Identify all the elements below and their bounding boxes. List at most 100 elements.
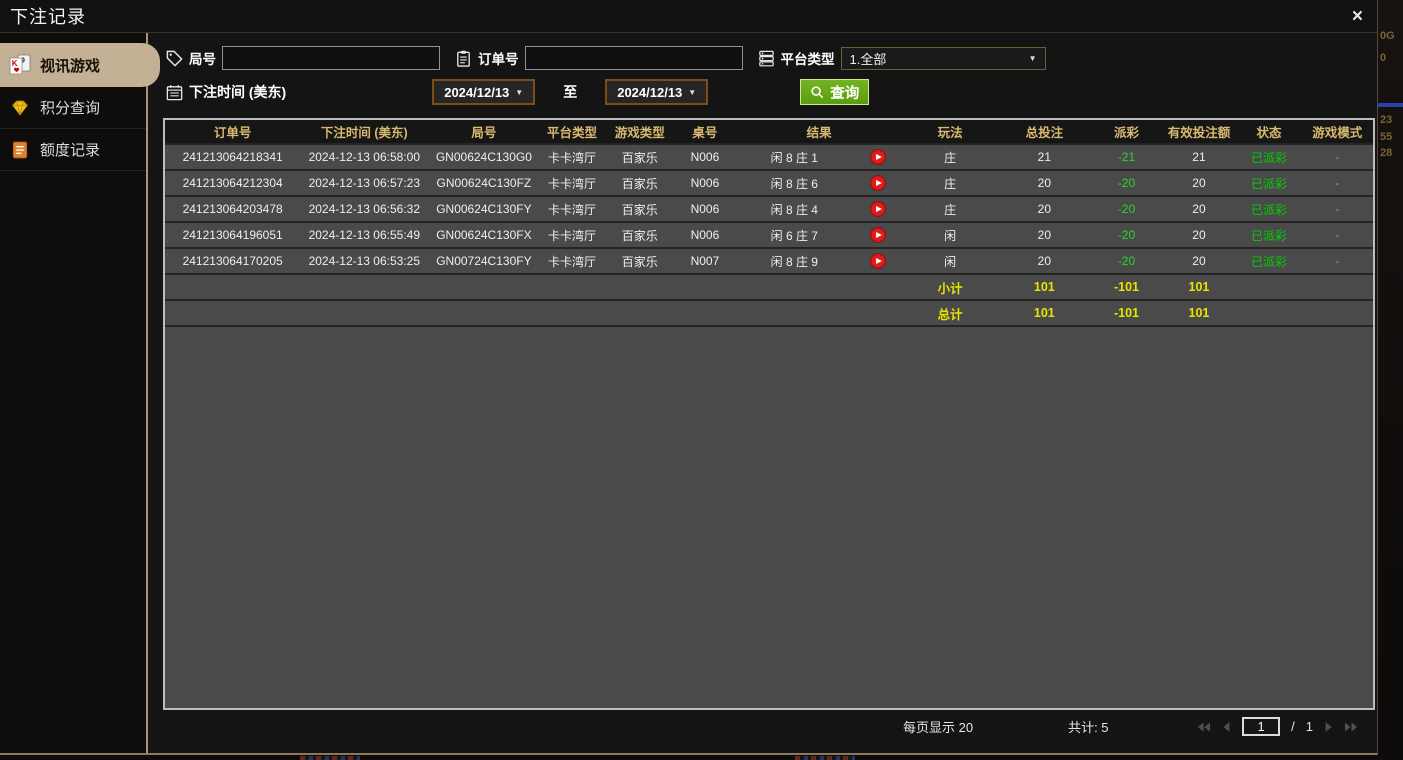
cell-table: N007 — [674, 247, 736, 274]
cell-total-bet: 20 — [997, 169, 1092, 196]
first-page-icon[interactable] — [1196, 721, 1211, 733]
cell-order: 241213064203478 — [165, 195, 301, 222]
cell-round: GN00624C130FX — [428, 221, 540, 248]
cell-total-bet: 20 — [997, 221, 1092, 248]
table-summary: 小计 101 -101 101 总计 101 -101 101 — [165, 273, 1373, 327]
sidebar-item-video-games[interactable]: 9 K 视讯游戏 — [0, 43, 160, 87]
total-label: 总计 — [903, 299, 998, 327]
cell-play: 庄 — [903, 169, 998, 196]
cell-total-bet: 21 — [997, 143, 1092, 170]
col-table: 桌号 — [674, 120, 736, 144]
cell-valid-bet: 20 — [1161, 169, 1237, 196]
cell-mode: - — [1301, 169, 1373, 196]
betting-records-dialog: 下注记录 × 9 K 视讯游戏 积分查询 额度记录 局号 订单号 平台类型 1.… — [0, 0, 1378, 755]
col-status: 状态 — [1236, 120, 1302, 144]
last-page-icon[interactable] — [1344, 721, 1359, 733]
cell-replay — [853, 169, 904, 196]
subtotal-row: 小计 101 -101 101 — [165, 273, 1373, 300]
sidebar-item-label: 视讯游戏 — [40, 57, 101, 75]
cell-mode: - — [1301, 221, 1373, 248]
background-artifact — [300, 756, 360, 760]
cell-game: 百家乐 — [604, 195, 675, 222]
cell-result: 闲 8 庄 1 — [735, 143, 854, 170]
filter-row-2: 下注时间 (美东) 2024/12/13 ▼ 至 2024/12/13 ▼ 查询 — [148, 79, 1377, 105]
svg-text:K: K — [12, 59, 18, 68]
search-icon — [810, 85, 825, 100]
replay-video-icon[interactable] — [870, 201, 887, 217]
prev-page-icon[interactable] — [1222, 721, 1231, 733]
cell-status: 已派彩 — [1236, 143, 1302, 170]
clipboard-icon — [454, 49, 473, 68]
chevron-down-icon: ▼ — [515, 87, 524, 97]
cell-status: 已派彩 — [1236, 247, 1302, 274]
chevron-down-icon: ▼ — [688, 87, 697, 97]
table-row: 241213064212304 2024-12-13 06:57:23 GN00… — [165, 169, 1373, 196]
cell-status: 已派彩 — [1236, 221, 1302, 248]
date-to-value: 2024/12/13 — [617, 84, 683, 100]
records-table: 订单号 下注时间 (美东) 局号 平台类型 游戏类型 桌号 结果 玩法 总投注 … — [165, 120, 1373, 327]
cell-game: 百家乐 — [604, 221, 675, 248]
date-to-select[interactable]: 2024/12/13 ▼ — [605, 79, 709, 105]
page-separator: / — [1291, 719, 1295, 734]
diamond-icon — [8, 96, 32, 120]
sidebar-item-label: 额度记录 — [40, 142, 101, 159]
cell-order: 241213064170205 — [165, 247, 301, 274]
platform-type-select[interactable]: 1.全部 ▼ — [840, 46, 1046, 70]
total-valid-bet: 101 — [1161, 299, 1237, 327]
cell-replay — [853, 247, 904, 274]
search-button[interactable]: 查询 — [800, 79, 870, 105]
col-game: 游戏类型 — [604, 120, 675, 144]
replay-video-icon[interactable] — [870, 253, 887, 269]
close-icon[interactable]: × — [1352, 7, 1363, 26]
table-row: 241213064218341 2024-12-13 06:58:00 GN00… — [165, 143, 1373, 170]
page-total: 1 — [1305, 719, 1313, 734]
cell-valid-bet: 20 — [1161, 221, 1237, 248]
subtotal-label: 小计 — [903, 273, 998, 300]
cell-status: 已派彩 — [1236, 195, 1302, 222]
platform-type-label: 平台类型 — [780, 52, 835, 67]
cell-result: 闲 6 庄 7 — [735, 221, 854, 248]
cell-time: 2024-12-13 06:58:00 — [300, 143, 429, 170]
filter-row-1: 局号 订单号 平台类型 1.全部 ▼ — [148, 46, 1377, 70]
platform-list-icon — [757, 49, 776, 68]
bet-time-label: 下注时间 (美东) — [189, 84, 287, 100]
date-from-select[interactable]: 2024/12/13 ▼ — [432, 79, 536, 105]
cell-replay — [853, 195, 904, 222]
col-time: 下注时间 (美东) — [300, 120, 429, 144]
table-footer: 每页显示 20 共计: 5 / 1 — [148, 710, 1377, 743]
cell-total-bet: 20 — [997, 195, 1092, 222]
cell-result: 闲 8 庄 4 — [735, 195, 854, 222]
dialog-titlebar: 下注记录 × — [0, 0, 1377, 33]
search-button-label: 查询 — [830, 85, 860, 102]
background-fragment: 28 — [1380, 147, 1393, 159]
cell-time: 2024-12-13 06:57:23 — [300, 169, 429, 196]
cell-round: GN00724C130FY — [428, 247, 540, 274]
col-round: 局号 — [428, 120, 540, 144]
next-page-icon[interactable] — [1324, 721, 1333, 733]
cell-table: N006 — [674, 143, 736, 170]
date-from-value: 2024/12/13 — [444, 84, 510, 100]
cell-valid-bet: 20 — [1161, 195, 1237, 222]
replay-video-icon[interactable] — [870, 227, 887, 243]
total-total-bet: 101 — [997, 299, 1092, 327]
round-number-input[interactable] — [222, 46, 440, 70]
tag-icon — [165, 49, 184, 68]
cell-game: 百家乐 — [604, 247, 675, 274]
cell-round: GN00624C130G0 — [428, 143, 540, 170]
order-number-input[interactable] — [524, 46, 743, 70]
background-fragment: 55 — [1380, 131, 1393, 143]
page-number-input[interactable] — [1242, 717, 1281, 736]
replay-video-icon[interactable] — [870, 149, 887, 165]
cell-order: 241213064218341 — [165, 143, 301, 170]
cell-total-bet: 20 — [997, 247, 1092, 274]
col-result: 结果 — [735, 120, 904, 144]
sidebar-item-quota-records[interactable]: 额度记录 — [0, 129, 146, 171]
cell-table: N006 — [674, 169, 736, 196]
cell-replay — [853, 221, 904, 248]
col-order: 订单号 — [165, 120, 301, 144]
cell-valid-bet: 20 — [1161, 247, 1237, 274]
sidebar-item-points-query[interactable]: 积分查询 — [0, 87, 146, 129]
replay-video-icon[interactable] — [870, 175, 887, 191]
cell-mode: - — [1301, 143, 1373, 170]
cell-round: GN00624C130FY — [428, 195, 540, 222]
